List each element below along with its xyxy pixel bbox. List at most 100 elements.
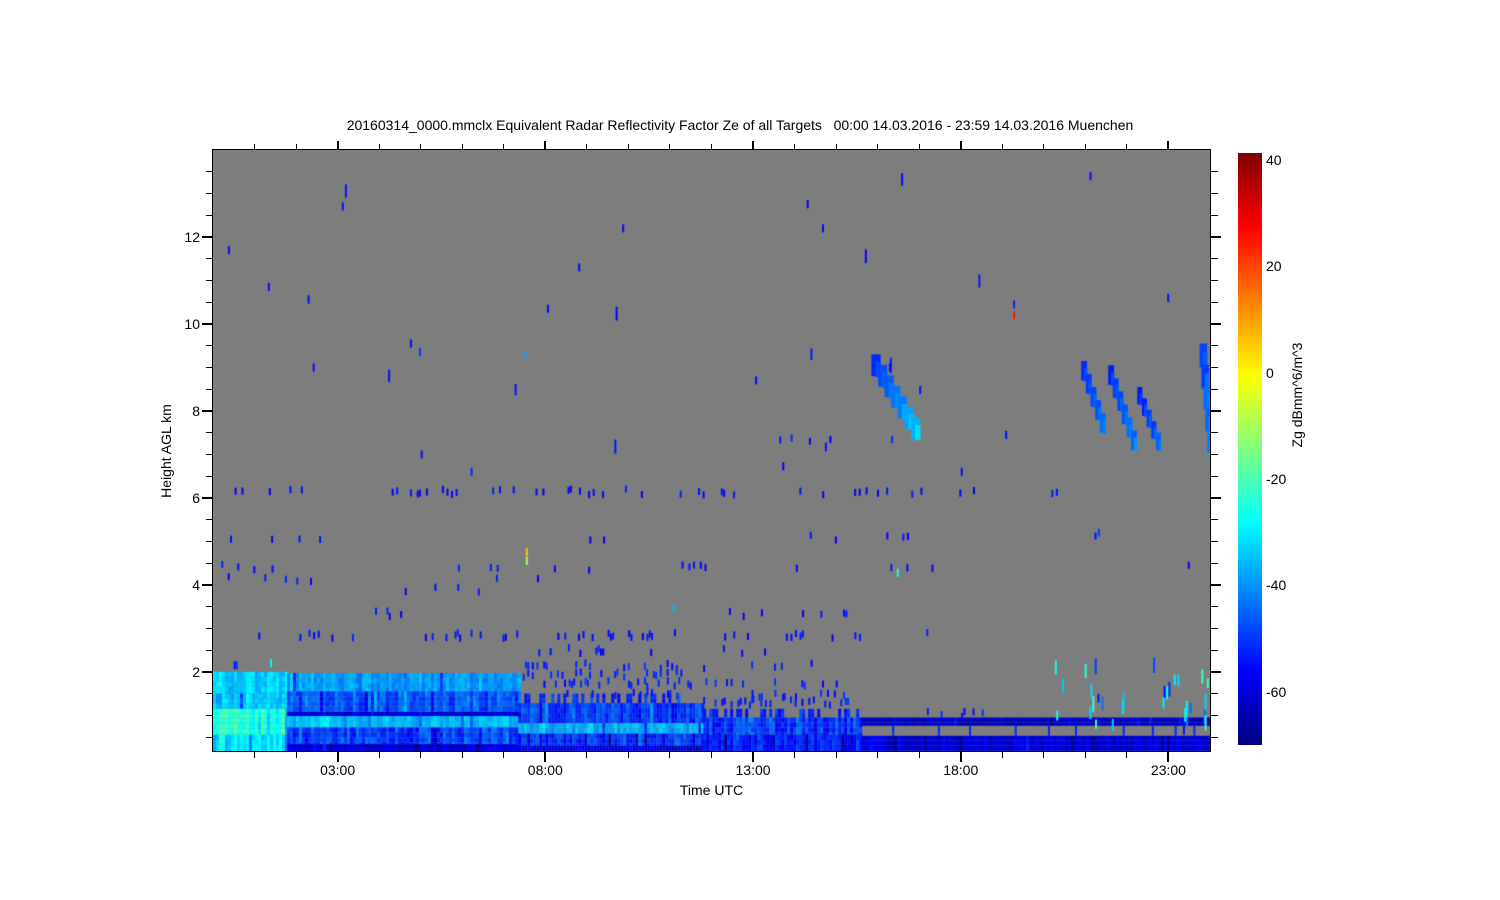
y-tick <box>206 388 212 390</box>
x-tick-label: 23:00 <box>1150 762 1186 778</box>
y-tick <box>206 562 212 564</box>
x-tick <box>669 144 671 149</box>
y-tick <box>1211 214 1218 216</box>
y-tick <box>1211 279 1218 281</box>
colorbar-tick-label: 0 <box>1266 364 1274 381</box>
y-tick <box>206 432 212 434</box>
y-tick <box>1211 301 1218 303</box>
x-tick <box>752 141 755 149</box>
y-tick <box>1211 714 1218 716</box>
x-tick <box>254 144 256 149</box>
y-tick <box>206 366 212 368</box>
y-tick <box>1211 409 1221 412</box>
y-tick <box>206 453 212 455</box>
y-tick <box>1211 475 1218 477</box>
y-tick <box>1211 258 1218 260</box>
y-tick <box>206 171 212 173</box>
y-tick <box>1211 540 1218 542</box>
x-tick <box>752 752 755 762</box>
x-tick <box>378 752 380 758</box>
colorbar-tick-label: -60 <box>1266 683 1287 700</box>
x-tick <box>336 752 339 762</box>
y-tick-label: 6 <box>192 489 200 506</box>
y-tick <box>1211 496 1221 499</box>
x-tick <box>1043 752 1045 758</box>
x-tick <box>877 144 879 149</box>
y-tick <box>1211 606 1218 608</box>
y-tick <box>206 192 212 194</box>
x-tick <box>378 144 380 149</box>
y-tick <box>1211 627 1218 629</box>
y-tick <box>1211 388 1218 390</box>
x-tick <box>336 141 339 149</box>
y-tick <box>206 627 212 629</box>
x-tick <box>627 144 629 149</box>
y-tick <box>206 475 212 477</box>
colorbar-tick-label: -20 <box>1266 471 1287 488</box>
y-tick <box>206 649 212 651</box>
y-tick <box>1211 670 1221 673</box>
x-tick-label: 18:00 <box>943 762 979 778</box>
x-tick <box>794 752 796 758</box>
x-tick <box>461 144 463 149</box>
x-tick <box>544 141 547 149</box>
y-tick <box>1211 171 1218 173</box>
y-tick <box>202 322 212 325</box>
y-tick-label: 2 <box>192 663 200 680</box>
y-tick-label: 4 <box>192 576 200 593</box>
figure-title: 20160314_0000.mmclx Equivalent Radar Ref… <box>346 117 1134 133</box>
y-tick <box>206 519 212 521</box>
y-tick <box>206 301 212 303</box>
x-tick <box>254 752 256 758</box>
y-tick <box>1211 345 1218 347</box>
y-tick <box>202 670 212 673</box>
y-tick-label: 8 <box>192 402 200 419</box>
y-tick <box>1211 693 1218 695</box>
x-tick-label: 08:00 <box>527 762 563 778</box>
colorbar-label: Zg dBmm^6/m^3 <box>1289 342 1305 448</box>
y-tick <box>1211 519 1218 521</box>
x-axis-label: Time UTC <box>679 782 744 798</box>
x-tick <box>918 144 920 149</box>
heatmap-plot <box>213 150 1210 751</box>
y-tick <box>206 345 212 347</box>
x-tick <box>503 752 505 758</box>
x-tick <box>420 144 422 149</box>
x-tick <box>1167 141 1170 149</box>
y-tick <box>1211 562 1218 564</box>
y-tick-label: 10 <box>184 315 200 332</box>
x-tick <box>835 752 837 758</box>
colorbar-tick-label: 20 <box>1266 258 1282 275</box>
y-tick <box>206 693 212 695</box>
x-tick <box>959 752 962 762</box>
y-tick <box>206 736 212 738</box>
y-tick <box>202 235 212 238</box>
y-tick <box>206 214 212 216</box>
colorbar-tick-label: -40 <box>1266 577 1287 594</box>
x-tick <box>295 144 297 149</box>
y-tick <box>206 606 212 608</box>
y-tick-label: 12 <box>184 228 200 245</box>
y-tick <box>1211 192 1218 194</box>
y-tick <box>206 540 212 542</box>
y-tick <box>206 714 212 716</box>
y-tick <box>1211 649 1218 651</box>
x-tick <box>794 144 796 149</box>
x-tick <box>1043 144 1045 149</box>
x-tick <box>711 752 712 758</box>
x-tick <box>295 752 297 758</box>
y-tick <box>202 583 212 586</box>
x-tick-label: 03:00 <box>320 762 356 778</box>
x-tick <box>420 752 422 758</box>
y-tick <box>1211 366 1218 368</box>
x-tick <box>1084 752 1086 758</box>
x-tick <box>1001 144 1003 149</box>
x-tick-label: 13:00 <box>735 762 771 778</box>
x-tick <box>503 144 505 149</box>
y-tick <box>1211 583 1221 586</box>
y-tick <box>1211 432 1218 434</box>
x-tick <box>1126 144 1128 149</box>
y-tick <box>1211 453 1218 455</box>
x-tick <box>586 144 588 149</box>
y-tick <box>206 279 212 281</box>
